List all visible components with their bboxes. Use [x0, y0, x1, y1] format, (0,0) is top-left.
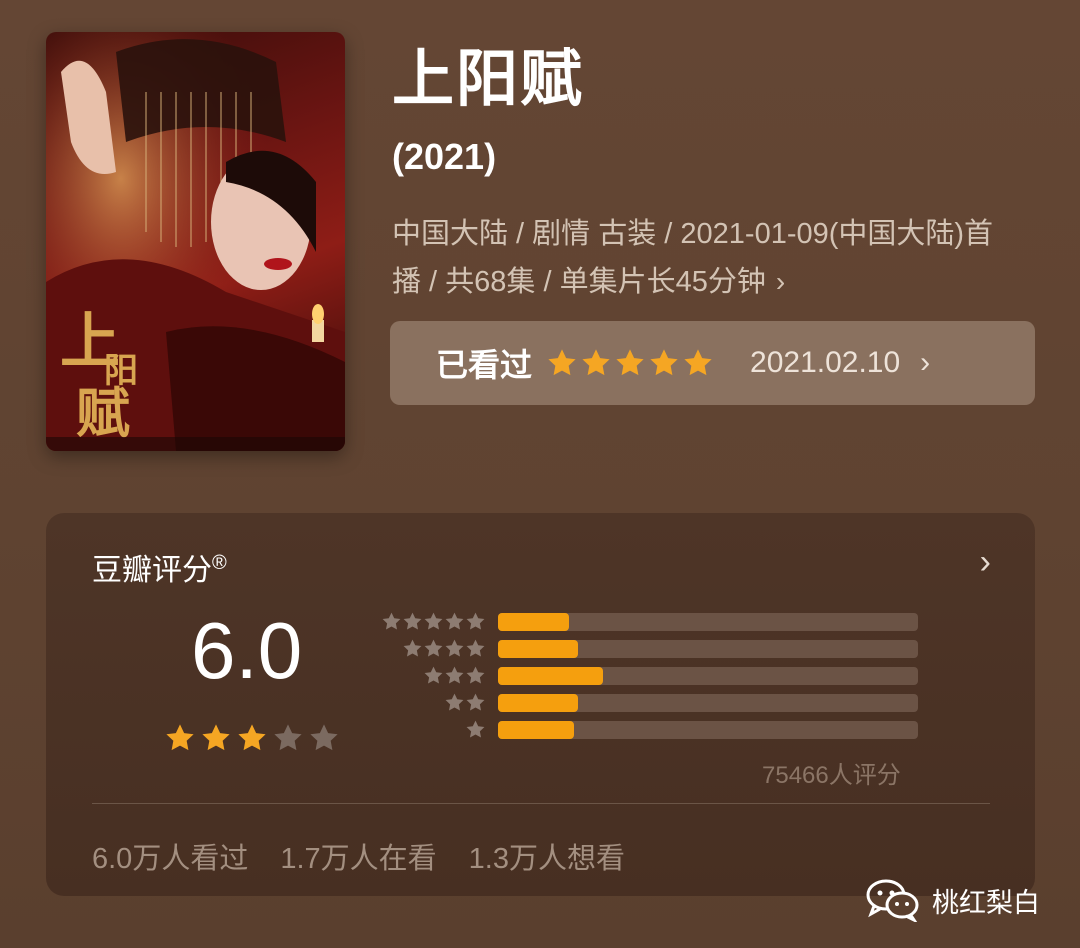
rating-heading: 豆瓣评分® [92, 545, 227, 589]
star-icon [403, 639, 422, 657]
svg-text:赋: 赋 [76, 381, 130, 445]
star-icon [445, 693, 464, 711]
distribution-row-1 [376, 719, 936, 740]
star-icon [616, 349, 644, 376]
chevron-right-icon: › [920, 346, 931, 379]
audience-counts: 6.0万人看过 1.7万人在看 1.3万人想看 [92, 835, 625, 877]
distribution-bar-track [498, 721, 918, 739]
star-icon [445, 666, 464, 684]
distribution-bar-fill [498, 694, 578, 712]
distribution-row-5 [376, 611, 936, 632]
star-icon [466, 612, 485, 630]
distribution-bar-track [498, 640, 918, 658]
distribution-bar-fill [498, 667, 603, 685]
wechat-watermark: 桃红梨白 [866, 878, 1040, 922]
star-icon [424, 666, 443, 684]
star-icon [382, 612, 401, 630]
chevron-right-icon: › [775, 266, 786, 297]
star-icon [548, 349, 576, 376]
star-icon [466, 639, 485, 657]
distribution-stars [376, 611, 486, 632]
star-icon [466, 720, 485, 738]
star-icon [424, 639, 443, 657]
star-icon [166, 724, 194, 751]
watched-status-button[interactable]: 已看过 2021.02.10 › [390, 321, 1035, 405]
poster-image[interactable]: 上 阳 赋 [46, 32, 345, 451]
star-icon [274, 724, 302, 751]
distribution-stars [376, 665, 486, 686]
rating-heading-text: 豆瓣评分 [92, 554, 212, 587]
distribution-row-4 [376, 638, 936, 659]
chevron-right-icon[interactable]: › [980, 543, 991, 582]
distribution-row-3 [376, 665, 936, 686]
watermark-text: 桃红梨白 [932, 887, 1040, 918]
divider [92, 803, 990, 804]
star-icon [424, 612, 443, 630]
star-icon [238, 724, 266, 751]
my-rating-stars [546, 347, 714, 379]
distribution-stars [376, 638, 486, 659]
star-icon [684, 349, 712, 376]
distribution-bar-fill [498, 721, 574, 739]
star-icon [582, 349, 610, 376]
star-icon [445, 612, 464, 630]
star-icon [466, 666, 485, 684]
watched-count[interactable]: 6.0万人看过 [92, 835, 248, 877]
star-icon [310, 724, 338, 751]
distribution-bar-track [498, 613, 918, 631]
douban-rating-card[interactable]: 豆瓣评分® › 6.0 75466人评分 6.0万人看过 1.7万人在看 1.3… [46, 513, 1035, 896]
raters-count: 75466人评分 [762, 762, 901, 789]
release-year: (2021) [392, 136, 497, 177]
distribution-bar-fill [498, 613, 570, 631]
movie-meta-text: 中国大陆 / 剧情 古装 / 2021-01-09(中国大陆)首播 / 共68集… [392, 218, 994, 298]
star-icon [403, 612, 422, 630]
rating-stars [164, 722, 340, 754]
star-icon [466, 693, 485, 711]
distribution-bar-fill [498, 640, 578, 658]
distribution-bar-track [498, 667, 918, 685]
page-title: 上阳赋 [392, 45, 585, 114]
star-icon [202, 724, 230, 751]
want-count[interactable]: 1.3万人想看 [469, 835, 625, 877]
distribution-stars [376, 692, 486, 713]
distribution-stars [376, 719, 486, 740]
movie-meta-link[interactable]: 中国大陆 / 剧情 古装 / 2021-01-09(中国大陆)首播 / 共68集… [392, 210, 1012, 306]
star-icon [650, 349, 678, 376]
registered-mark: ® [212, 552, 227, 574]
rating-score: 6.0 [191, 606, 303, 695]
distribution-bar-track [498, 694, 918, 712]
wechat-icon [866, 879, 919, 922]
watching-count[interactable]: 1.7万人在看 [280, 835, 436, 877]
watched-label: 已看过 [436, 347, 533, 383]
watched-date: 2021.02.10 [750, 346, 901, 379]
star-icon [445, 639, 464, 657]
distribution-row-2 [376, 692, 936, 713]
